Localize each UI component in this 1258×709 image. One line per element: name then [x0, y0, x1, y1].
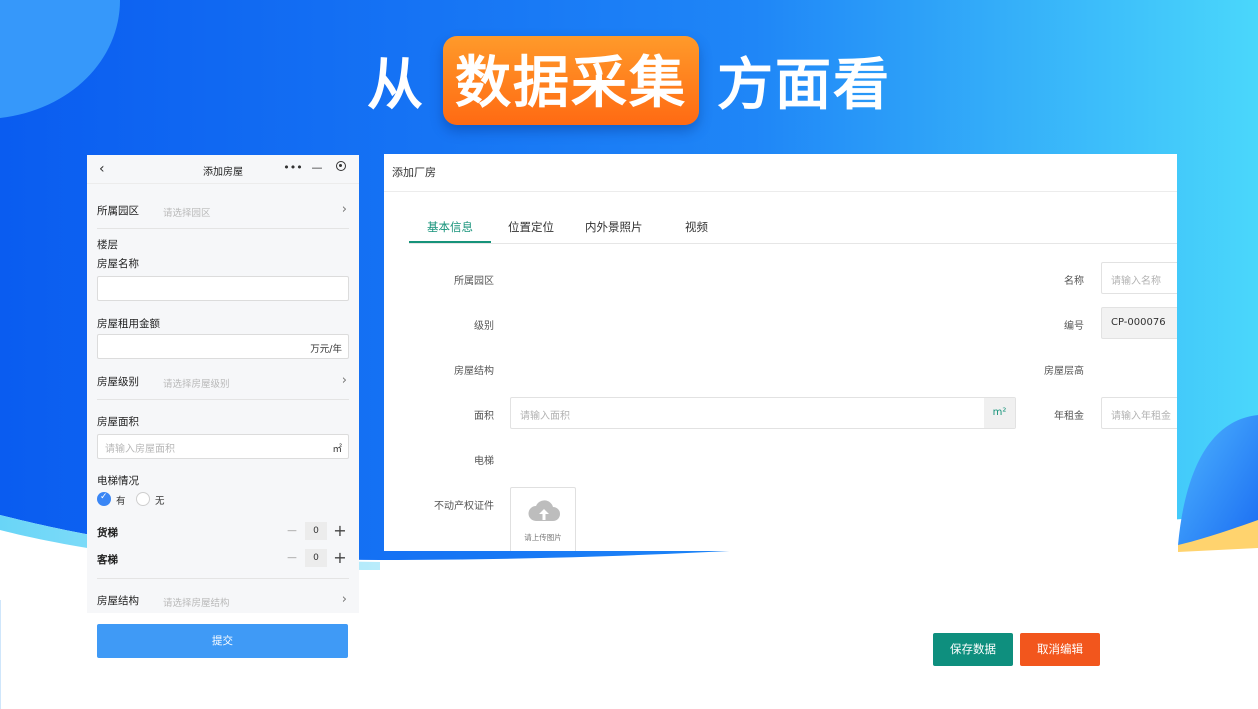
radio-no-label: 无	[155, 496, 165, 507]
tab-location[interactable]: 位置定位	[508, 219, 554, 235]
area-unit: m²	[984, 398, 1015, 428]
house-name-row: 房屋名称	[97, 256, 349, 271]
chevron-right-icon: ›	[341, 592, 347, 607]
tab-bar: 基本信息 位置定位 内外景照片 视频	[409, 212, 1177, 244]
structure-placeholder: 请选择房屋结构	[163, 598, 230, 609]
rent-unit: 万元/年	[310, 344, 342, 355]
mini-program-capsule: ••• —	[281, 161, 353, 174]
headline-suffix: 方面看	[717, 53, 891, 118]
radio-yes-label: 有	[116, 496, 126, 507]
image-upload[interactable]: 请上传图片	[510, 487, 576, 551]
elevator-field-label: 电梯	[474, 456, 494, 467]
divider	[97, 399, 349, 400]
cancel-button[interactable]: 取消编辑	[1020, 633, 1100, 666]
headline: 从 数据采集 方面看	[0, 36, 1258, 125]
elevator-row: 电梯情况	[97, 473, 349, 488]
area-placeholder: 请输入房屋面积	[105, 444, 175, 455]
certificate-field-label: 不动产权证件	[434, 501, 494, 512]
upload-text: 请上传图片	[524, 533, 562, 542]
active-tab-indicator	[409, 241, 491, 243]
freight-label: 货梯	[97, 527, 118, 539]
area-placeholder: 请输入面积	[520, 411, 570, 422]
code-field-label: 编号	[1064, 321, 1084, 332]
annual-rent-field-label: 年租金	[1054, 411, 1084, 422]
minimize-icon[interactable]: —	[305, 161, 329, 174]
code-value: CP-000076	[1111, 317, 1166, 328]
submit-button[interactable]: 提交	[97, 624, 348, 658]
code-input: CP-000076	[1101, 307, 1177, 339]
chevron-right-icon: ›	[341, 373, 347, 388]
freight-stepper[interactable]: − 0 +	[283, 521, 349, 540]
tab-basic-info[interactable]: 基本信息	[427, 219, 473, 235]
level-placeholder: 请选择房屋级别	[163, 379, 230, 390]
tab-video[interactable]: 视频	[685, 219, 708, 235]
area-input[interactable]: 请输入面积 m²	[510, 397, 1016, 429]
name-placeholder: 请输入名称	[1111, 276, 1161, 287]
plus-icon[interactable]: +	[331, 521, 349, 540]
structure-field-label: 房屋结构	[454, 366, 494, 377]
passenger-stepper[interactable]: − 0 +	[283, 548, 349, 567]
house-name-input[interactable]	[97, 276, 349, 301]
desktop-form-panel: 添加厂房 基本信息 位置定位 内外景照片 视频 所属园区 级别 房屋结构 面积 …	[384, 154, 1177, 551]
annual-rent-placeholder: 请输入年租金	[1111, 411, 1171, 422]
structure-label: 房屋结构	[97, 595, 139, 607]
park-label: 所属园区	[97, 205, 139, 217]
height-field-label: 房屋层高	[1044, 366, 1084, 377]
floor-row: 楼层	[97, 237, 349, 252]
freight-value[interactable]: 0	[305, 521, 327, 540]
minus-icon[interactable]: −	[283, 523, 301, 539]
minus-icon[interactable]: −	[283, 550, 301, 566]
level-select[interactable]: 房屋级别 请选择房屋级别 ›	[97, 373, 349, 390]
rent-row: 房屋租用金额	[97, 316, 349, 331]
elevator-label: 电梯情况	[97, 475, 139, 487]
passenger-label: 客梯	[97, 554, 118, 566]
annual-rent-input[interactable]: 请输入年租金	[1101, 397, 1177, 429]
mobile-nav-bar: ‹ 添加房屋 ••• —	[87, 155, 359, 184]
name-input[interactable]: 请输入名称	[1101, 262, 1177, 294]
name-field-label: 名称	[1064, 276, 1084, 287]
mobile-form-panel: ‹ 添加房屋 ••• — 所属园区 请选择园区 › 楼层 房屋名称 房屋租用金额…	[87, 155, 359, 613]
headline-prefix: 从	[367, 53, 425, 118]
radio-no[interactable]	[136, 492, 150, 506]
area-field-label: 面积	[474, 411, 494, 422]
desktop-page-title: 添加厂房	[384, 154, 1177, 192]
headline-highlight: 数据采集	[443, 36, 699, 125]
divider	[97, 578, 349, 579]
area-row: 房屋面积	[97, 414, 349, 429]
park-field-label: 所属园区	[454, 276, 494, 287]
rent-input[interactable]: 万元/年	[97, 334, 349, 359]
plus-icon[interactable]: +	[331, 548, 349, 567]
chevron-right-icon: ›	[341, 202, 347, 217]
area-input[interactable]: 请输入房屋面积 ㎡	[97, 434, 349, 459]
house-name-label: 房屋名称	[97, 258, 139, 270]
more-icon[interactable]: •••	[281, 161, 305, 174]
area-label: 房屋面积	[97, 416, 139, 428]
structure-select[interactable]: 房屋结构 请选择房屋结构 ›	[97, 592, 349, 609]
radio-yes[interactable]	[97, 492, 111, 506]
divider	[97, 228, 349, 229]
rent-label: 房屋租用金额	[97, 318, 160, 330]
tab-photos[interactable]: 内外景照片	[585, 219, 643, 235]
level-field-label: 级别	[474, 321, 494, 332]
passenger-value[interactable]: 0	[305, 548, 327, 567]
level-label: 房屋级别	[97, 376, 139, 388]
save-button[interactable]: 保存数据	[933, 633, 1013, 666]
cloud-upload-icon	[528, 500, 560, 521]
close-target-icon[interactable]	[329, 161, 353, 174]
area-unit: ㎡	[332, 444, 342, 455]
park-select[interactable]: 所属园区 请选择园区 ›	[97, 202, 349, 219]
park-placeholder: 请选择园区	[163, 208, 211, 219]
floor-label: 楼层	[97, 239, 118, 251]
